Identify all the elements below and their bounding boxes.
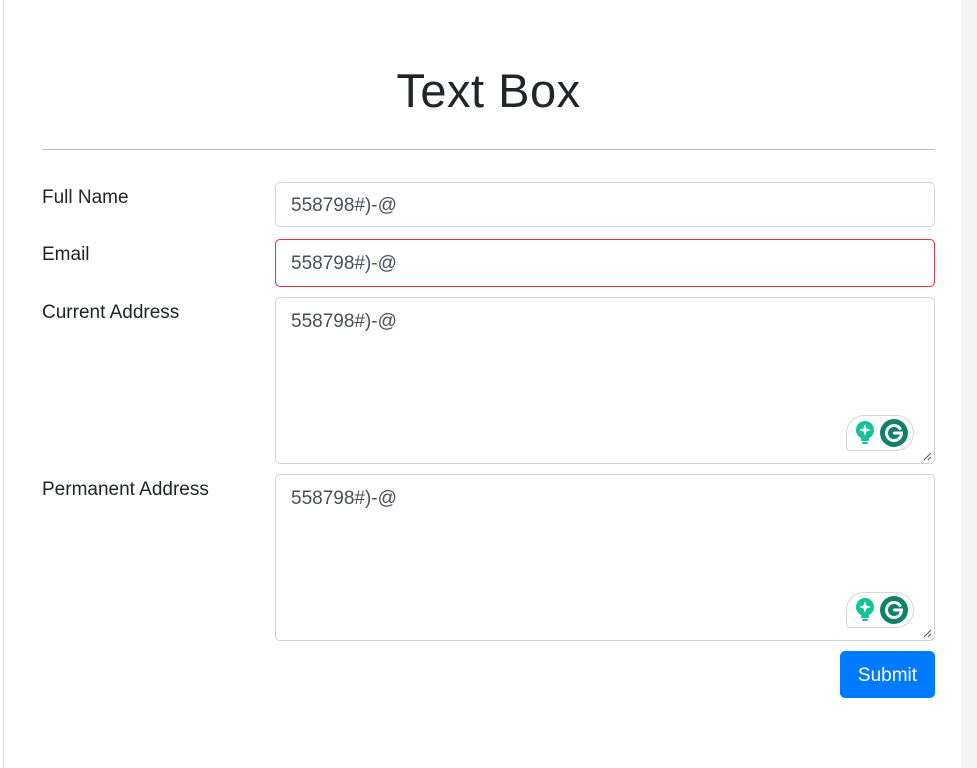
email-label: Email	[42, 244, 90, 265]
current-address-textarea[interactable]: 558798#)-@	[275, 297, 935, 464]
grammarly-bulb-icon[interactable]	[853, 596, 877, 624]
resize-handle-icon[interactable]	[922, 628, 932, 638]
grammarly-g-icon[interactable]	[879, 418, 909, 448]
page-viewport: Text Box Full Name 558798#)-@ Email 5587…	[0, 0, 977, 768]
resize-handle-icon[interactable]	[922, 451, 932, 461]
page-left-border	[3, 0, 4, 768]
full-name-input[interactable]: 558798#)-@	[275, 182, 935, 227]
full-name-label: Full Name	[42, 187, 129, 208]
submit-button[interactable]: Submit	[840, 651, 935, 698]
grammarly-widget[interactable]	[846, 415, 914, 451]
current-address-label: Current Address	[42, 302, 180, 323]
current-address-value: 558798#)-@	[291, 311, 397, 332]
permanent-address-label: Permanent Address	[42, 479, 209, 500]
page-title: Text Box	[396, 64, 581, 117]
grammarly-widget[interactable]	[846, 592, 914, 628]
title-divider	[42, 149, 935, 150]
email-input[interactable]: 558798#)-@	[275, 239, 935, 287]
grammarly-g-icon[interactable]	[879, 595, 909, 625]
permanent-address-textarea[interactable]: 558798#)-@	[275, 474, 935, 641]
grammarly-bulb-icon[interactable]	[853, 419, 877, 447]
permanent-address-value: 558798#)-@	[291, 488, 397, 509]
scrollbar-gutter[interactable]	[961, 0, 977, 768]
